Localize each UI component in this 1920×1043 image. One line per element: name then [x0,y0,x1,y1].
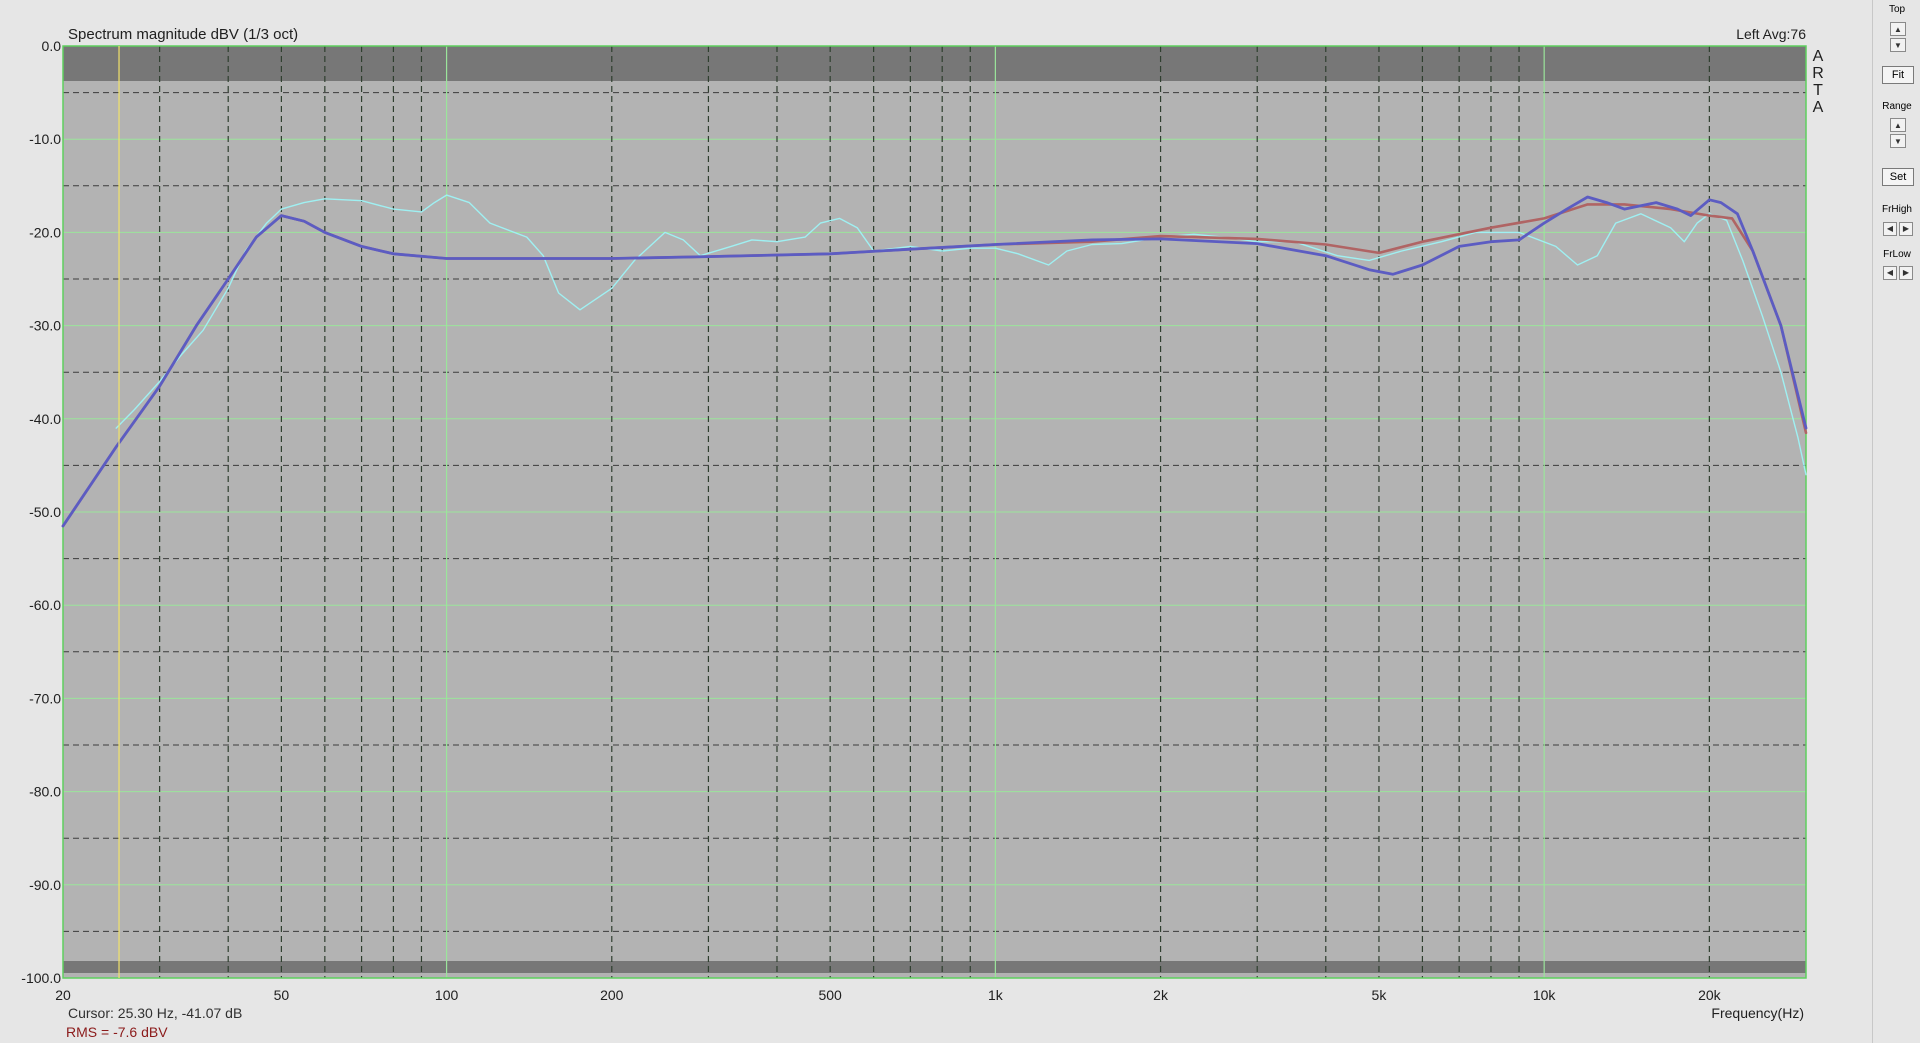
x-tick-label: 10k [1533,987,1557,1003]
y-tick-label: -60.0 [29,597,61,613]
y-tick-label: -40.0 [29,411,61,427]
x-tick-label: 20 [55,987,71,1003]
frlow-left-button[interactable]: ◀ [1883,266,1897,280]
x-tick-label: 5k [1372,987,1388,1003]
frlow-right-button[interactable]: ▶ [1899,266,1913,280]
channel-avg-label: Left Avg:76 [1736,26,1806,42]
frlow-label: FrLow [1883,249,1911,260]
arta-letter: R [1812,65,1824,82]
y-tick-label: -30.0 [29,318,61,334]
range-down-button[interactable]: ▼ [1890,134,1906,148]
frhigh-stepper: ◀ ▶ [1883,222,1913,236]
x-tick-label: 2k [1153,987,1169,1003]
rms-readout: RMS = -7.6 dBV [66,1024,168,1040]
y-tick-label: 0.0 [42,38,62,54]
arta-letter: T [1813,82,1823,99]
y-tick-label: -10.0 [29,131,61,147]
y-tick-label: -100.0 [21,970,61,986]
frhigh-label: FrHigh [1881,204,1912,215]
top-label: Top [1888,4,1906,15]
arta-letter: A [1813,99,1824,116]
side-panel: Top ▲ ▼ Fit Range ▲ ▼ Set FrHigh ◀ ▶ FrL… [1872,0,1920,1043]
top-up-button[interactable]: ▲ [1890,22,1906,36]
frhigh-left-button[interactable]: ◀ [1883,222,1897,236]
range-label: Range [1882,101,1912,112]
x-tick-label: 500 [818,987,842,1003]
chart-title: Spectrum magnitude dBV (1/3 oct) [68,26,298,43]
frlow-stepper: ◀ ▶ [1883,266,1913,280]
top-down-button[interactable]: ▼ [1890,38,1906,52]
x-tick-label: 50 [274,987,290,1003]
x-tick-label: 100 [435,987,459,1003]
y-tick-label: -50.0 [29,504,61,520]
arta-letter: A [1813,48,1824,65]
x-tick-label: 20k [1698,987,1722,1003]
y-tick-label: -80.0 [29,784,61,800]
x-tick-label: 200 [600,987,624,1003]
cursor-readout: Cursor: 25.30 Hz, -41.07 dB [68,1005,242,1021]
x-axis-label: Frequency(Hz) [1711,1005,1804,1021]
range-up-button[interactable]: ▲ [1890,118,1906,132]
y-tick-label: -20.0 [29,224,61,240]
y-tick-label: -70.0 [29,690,61,706]
x-tick-label: 1k [988,987,1004,1003]
frhigh-right-button[interactable]: ▶ [1899,222,1913,236]
fit-button[interactable]: Fit [1882,66,1914,84]
spectrum-chart[interactable]: 0.0 -10.0 -20.0 -30.0 -40.0 -50.0 -60.0 -70.0 -8… [0,0,1872,1043]
set-button[interactable]: Set [1882,168,1914,186]
y-tick-label: -90.0 [29,877,61,893]
